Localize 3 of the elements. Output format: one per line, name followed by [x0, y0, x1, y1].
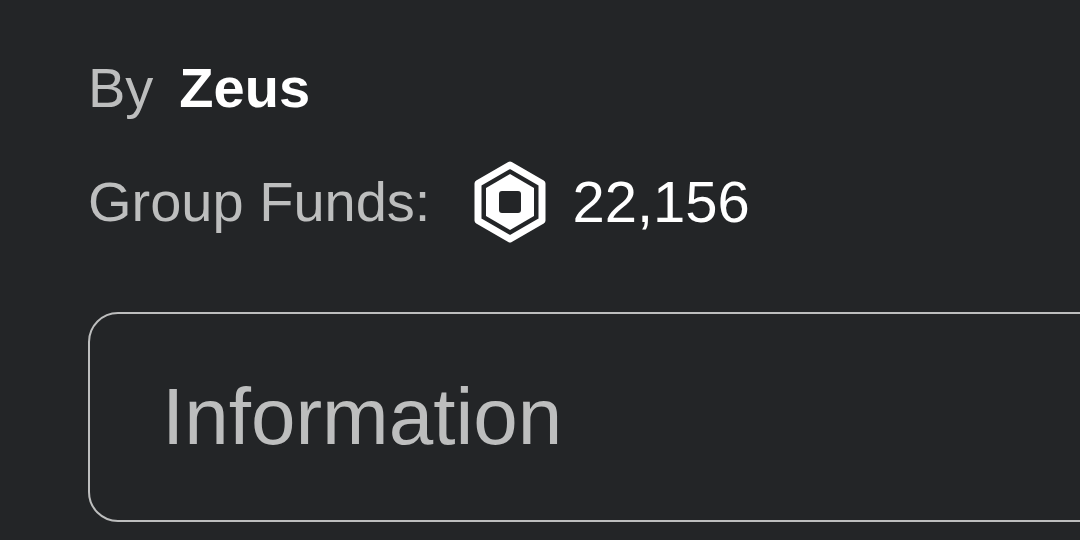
section-title: Information — [162, 377, 563, 457]
funds-amount: 22,156 — [572, 173, 750, 231]
creator-name[interactable]: Zeus — [179, 60, 311, 116]
